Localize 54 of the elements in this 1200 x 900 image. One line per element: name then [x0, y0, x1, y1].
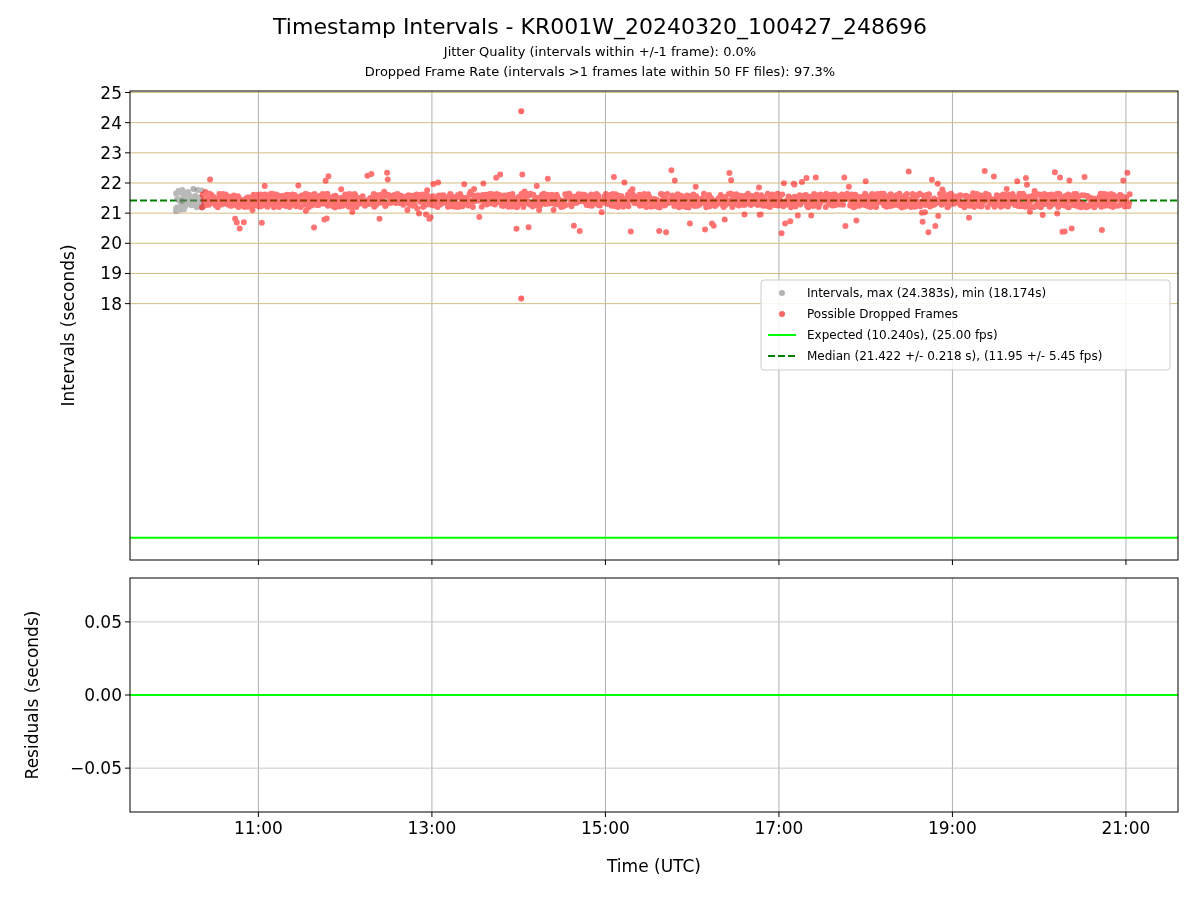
tick-mark: [124, 767, 131, 769]
tick-mark: [257, 559, 259, 566]
y-tick-label: −0.05: [69, 758, 122, 779]
legend-marker-icon: [779, 311, 785, 317]
tick-mark: [604, 559, 606, 566]
tick-mark: [257, 811, 259, 818]
tick-mark: [124, 92, 131, 93]
tick-mark: [951, 811, 953, 818]
tick-mark: [124, 303, 131, 305]
x-tick-label: 15:00: [580, 818, 630, 838]
x-tick-label: 19:00: [927, 818, 977, 838]
x-axis-label: Time (UTC): [607, 856, 701, 876]
legend-label: Intervals, max (24.383s), min (18.174s): [807, 286, 1047, 300]
legend-line-icon: [767, 355, 797, 357]
legend-label: Expected (10.240s), (25.00 fps): [807, 328, 998, 342]
tick-mark: [124, 242, 131, 244]
x-tick-label: 13:00: [407, 818, 457, 838]
tick-mark: [124, 182, 131, 184]
y-tick-label: 0.00: [84, 685, 122, 705]
y-tick-label: 24: [100, 112, 122, 133]
tick-mark: [431, 559, 433, 566]
x-tick-label: 21:00: [1101, 818, 1151, 838]
tick-mark: [1125, 559, 1127, 566]
tick-mark: [778, 811, 780, 818]
x-tick-label: 17:00: [754, 818, 804, 838]
tick-mark: [1125, 811, 1127, 818]
chart-title: Timestamp Intervals - KR001W_20240320_100427_248696: [273, 13, 927, 42]
chart-subtitle: Dropped Frame Rate (intervals >1 frames late within 50 FF files): 97.3%: [364, 63, 836, 81]
tick-mark: [124, 152, 131, 154]
y-tick-label: 22: [100, 173, 122, 193]
legend-marker-icon: [779, 290, 785, 296]
tick-mark: [124, 212, 131, 214]
legend-label: Possible Dropped Frames: [807, 307, 959, 321]
y-tick-label: 23: [100, 142, 122, 163]
y-tick-label: 19: [100, 263, 122, 284]
y-axis-label: Intervals (seconds): [58, 244, 78, 407]
chart-subtitle: Jitter Quality (intervals within +/-1 frame): 0.0%: [443, 43, 757, 61]
tick-mark: [431, 811, 433, 818]
y-tick-label: 0.05: [84, 611, 122, 632]
tick-mark: [124, 694, 131, 696]
tick-mark: [124, 122, 131, 124]
y-axis-label: Residuals (seconds): [22, 610, 42, 780]
y-tick-label: 21: [100, 203, 122, 224]
tick-mark: [604, 811, 606, 818]
y-tick-label: 20: [100, 233, 122, 254]
y-tick-label: 25: [100, 82, 122, 103]
y-tick-label: 18: [100, 293, 122, 314]
x-tick-label: 11:00: [233, 818, 283, 838]
tick-mark: [124, 621, 131, 623]
legend-line-icon: [767, 334, 797, 336]
tick-mark: [951, 559, 953, 566]
tick-mark: [124, 272, 131, 274]
tick-mark: [778, 559, 780, 566]
legend-label: Median (21.422 +/- 0.218 s), (11.95 +/- 5.45 fps): [807, 349, 1103, 363]
